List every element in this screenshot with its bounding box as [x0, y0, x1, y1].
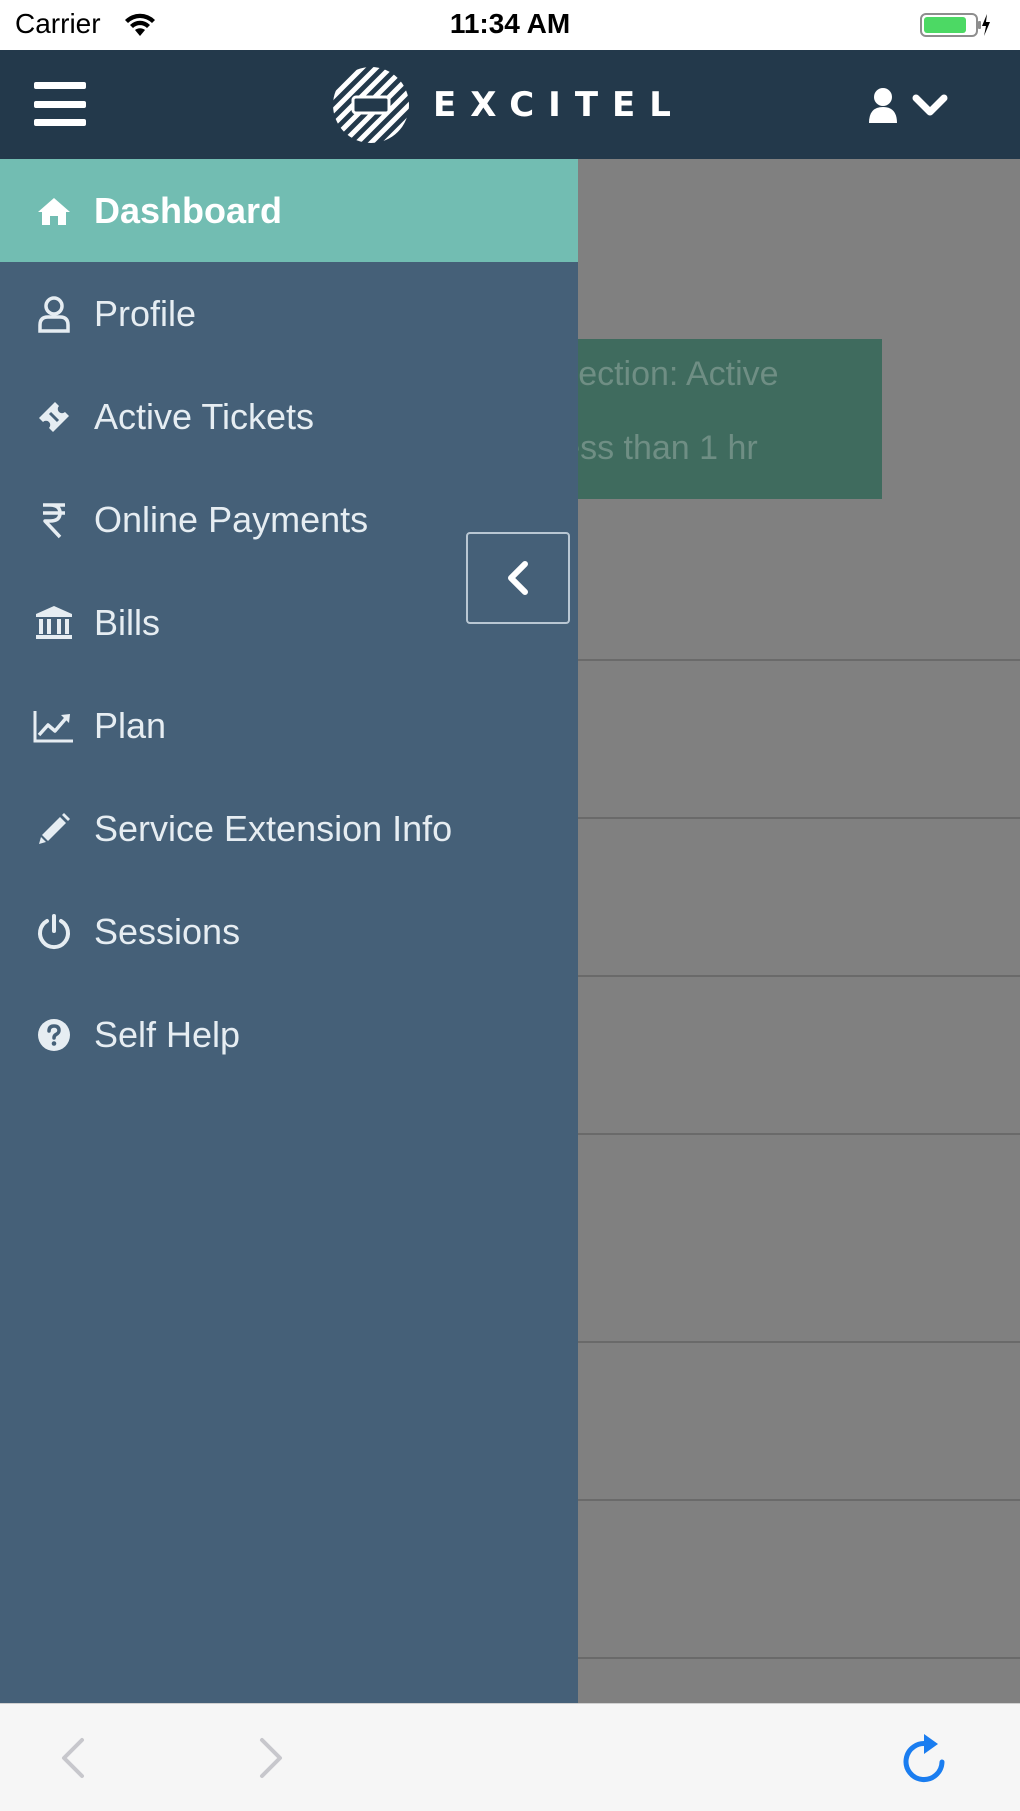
refresh-icon[interactable]: [898, 1730, 952, 1788]
chevron-left-icon: [508, 561, 528, 595]
question-circle-icon: [32, 1013, 76, 1057]
clock: 11:34 AM: [449, 8, 571, 39]
divider: [578, 1657, 1020, 1659]
nav-label: Online Payments: [94, 498, 369, 540]
nav-label: Active Tickets: [94, 395, 315, 437]
status-bar: Carrier 11:34 AM: [0, 0, 1020, 50]
nav-item-self-help[interactable]: Self Help: [0, 983, 578, 1086]
home-icon: [32, 189, 76, 233]
nav-label: Service Extension Info: [94, 807, 453, 849]
brand: EXCITEL: [331, 65, 685, 145]
nav-label: Self Help: [94, 1013, 241, 1055]
divider: [578, 1341, 1020, 1343]
forward-arrow-icon[interactable]: [252, 1736, 288, 1780]
power-icon: [32, 910, 76, 954]
collapse-drawer-button[interactable]: [466, 532, 570, 624]
divider: [578, 1499, 1020, 1501]
rupee-icon: [32, 498, 76, 542]
nav-item-dashboard[interactable]: Dashboard: [0, 159, 578, 262]
battery-icon: [920, 13, 990, 37]
line-chart-icon: [32, 704, 76, 748]
nav-label: Plan: [94, 704, 167, 746]
user-icon: [869, 88, 897, 123]
nav-label: Dashboard: [94, 189, 283, 231]
bank-icon: [32, 601, 76, 645]
user-menu[interactable]: [868, 80, 978, 130]
user-outline-icon: [32, 292, 76, 336]
browser-toolbar: [0, 1703, 1020, 1811]
nav-label: Bills: [94, 601, 161, 643]
pencil-icon: [32, 807, 76, 851]
nav-label: Profile: [94, 292, 197, 334]
ticket-icon: [32, 395, 76, 439]
nav-item-profile[interactable]: Profile: [0, 262, 578, 365]
chevron-down-icon: [912, 94, 948, 116]
side-drawer: Dashboard Profile Active Tickets Online …: [0, 159, 578, 1703]
nav-item-service-extension-info[interactable]: Service Extension Info: [0, 777, 578, 880]
divider: [578, 975, 1020, 977]
excitel-logo: [333, 67, 409, 143]
hamburger-menu-icon[interactable]: [34, 82, 86, 126]
divider: [578, 1133, 1020, 1135]
nav-item-active-tickets[interactable]: Active Tickets: [0, 365, 578, 468]
charging-bolt-icon: [982, 14, 990, 36]
nav-label: Sessions: [94, 910, 241, 952]
app-header: EXCITEL: [0, 50, 1020, 159]
back-arrow-icon[interactable]: [56, 1736, 92, 1780]
brand-name: EXCITEL: [433, 85, 685, 125]
nav-item-sessions[interactable]: Sessions: [0, 880, 578, 983]
divider: [578, 659, 1020, 661]
nav-item-plan[interactable]: Plan: [0, 674, 578, 777]
divider: [578, 817, 1020, 819]
